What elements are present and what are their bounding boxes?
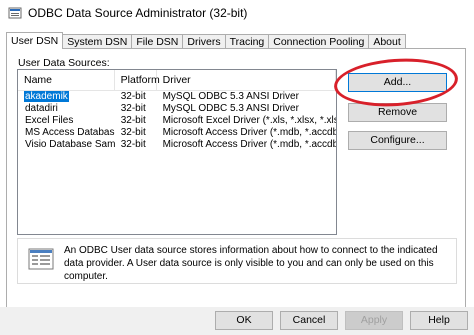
list-item-platform: 32-bit [120, 127, 146, 138]
info-description: An ODBC User data source stores informat… [64, 245, 438, 282]
list-item-driver: Microsoft Access Driver (*.mdb, *.accdb) [162, 127, 336, 138]
list-item-driver: Microsoft Access Driver (*.mdb, *.accdb) [162, 139, 336, 150]
help-button[interactable]: Help [410, 311, 468, 330]
tab-drivers[interactable]: Drivers [182, 34, 226, 49]
list-item-name: datadiri [25, 103, 58, 114]
list-item[interactable]: Visio Database Samples 32-bit Microsoft … [18, 139, 336, 151]
list-item-driver: MySQL ODBC 5.3 ANSI Driver [162, 91, 299, 102]
window-title: ODBC Data Source Administrator (32-bit) [28, 6, 248, 20]
list-item-name: akademik [24, 91, 69, 102]
list-item-name: Visio Database Samples [25, 139, 115, 150]
tab-system-dsn[interactable]: System DSN [62, 34, 133, 49]
column-header-name[interactable]: Name [18, 70, 115, 90]
cancel-button[interactable]: Cancel [280, 311, 338, 330]
tab-tracing[interactable]: Tracing [224, 34, 270, 49]
list-item-platform: 32-bit [120, 103, 146, 114]
list-header: Name Platform Driver [18, 70, 336, 91]
list-item-platform: 32-bit [120, 91, 146, 102]
title-bar: ODBC Data Source Administrator (32-bit) [0, 0, 474, 26]
list-item-name: Excel Files [25, 115, 74, 126]
tab-connection-pooling[interactable]: Connection Pooling [268, 34, 370, 49]
list-item[interactable]: akademik 32-bit MySQL ODBC 5.3 ANSI Driv… [18, 91, 336, 103]
list-item-platform: 32-bit [120, 115, 146, 126]
list-item-name: MS Access Database [25, 127, 115, 138]
add-button[interactable]: Add... [348, 73, 447, 92]
list-item[interactable]: Excel Files 32-bit Microsoft Excel Drive… [18, 115, 336, 127]
list-item[interactable]: datadiri 32-bit MySQL ODBC 5.3 ANSI Driv… [18, 103, 336, 115]
remove-button[interactable]: Remove [348, 103, 447, 122]
tab-user-dsn[interactable]: User DSN [6, 32, 64, 49]
apply-button[interactable]: Apply [345, 311, 403, 330]
tab-about[interactable]: About [368, 34, 406, 49]
tab-strip: User DSN System DSN File DSN Drivers Tra… [6, 32, 406, 49]
configure-button[interactable]: Configure... [348, 131, 447, 150]
list-item-driver: MySQL ODBC 5.3 ANSI Driver [162, 103, 299, 114]
datasource-icon [28, 248, 54, 270]
list-item-platform: 32-bit [120, 139, 146, 150]
user-data-sources-label: User Data Sources: [18, 57, 110, 69]
column-header-platform[interactable]: Platform [115, 70, 160, 90]
column-header-driver[interactable]: Driver [157, 70, 336, 90]
data-source-list[interactable]: Name Platform Driver akademik 32-bit MyS… [17, 69, 337, 235]
list-item-driver: Microsoft Excel Driver (*.xls, *.xlsx, *… [162, 115, 336, 126]
odbc-app-icon [8, 6, 22, 20]
info-groupbox: An ODBC User data source stores informat… [17, 238, 457, 284]
list-item[interactable]: MS Access Database 32-bit Microsoft Acce… [18, 127, 336, 139]
ok-button[interactable]: OK [215, 311, 273, 330]
tab-file-dsn[interactable]: File DSN [131, 34, 184, 49]
